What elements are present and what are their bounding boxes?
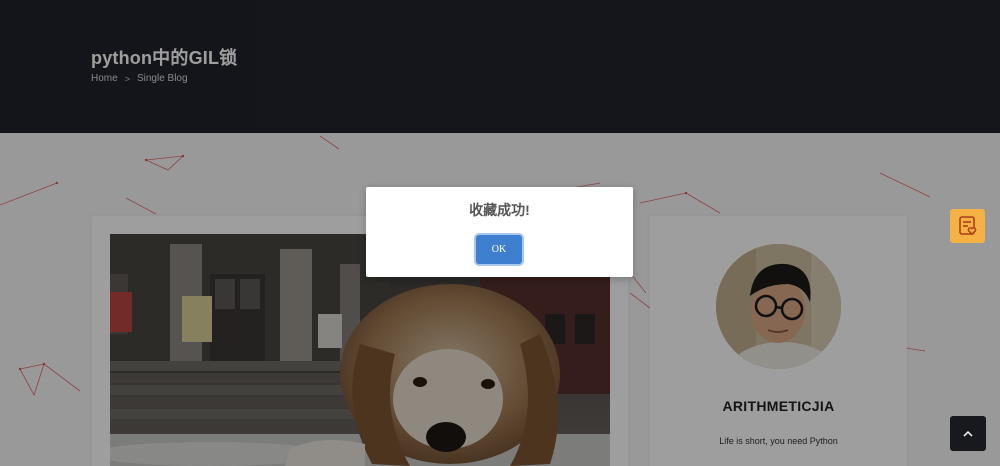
back-to-top-button[interactable]	[950, 416, 986, 451]
alert-message: 收藏成功!	[469, 202, 530, 218]
favorites-button[interactable]	[950, 209, 985, 243]
ok-button[interactable]: OK	[476, 235, 522, 264]
favorite-list-icon	[958, 216, 976, 236]
chevron-up-icon	[963, 430, 973, 437]
alert-dialog: 收藏成功! OK	[366, 187, 633, 277]
